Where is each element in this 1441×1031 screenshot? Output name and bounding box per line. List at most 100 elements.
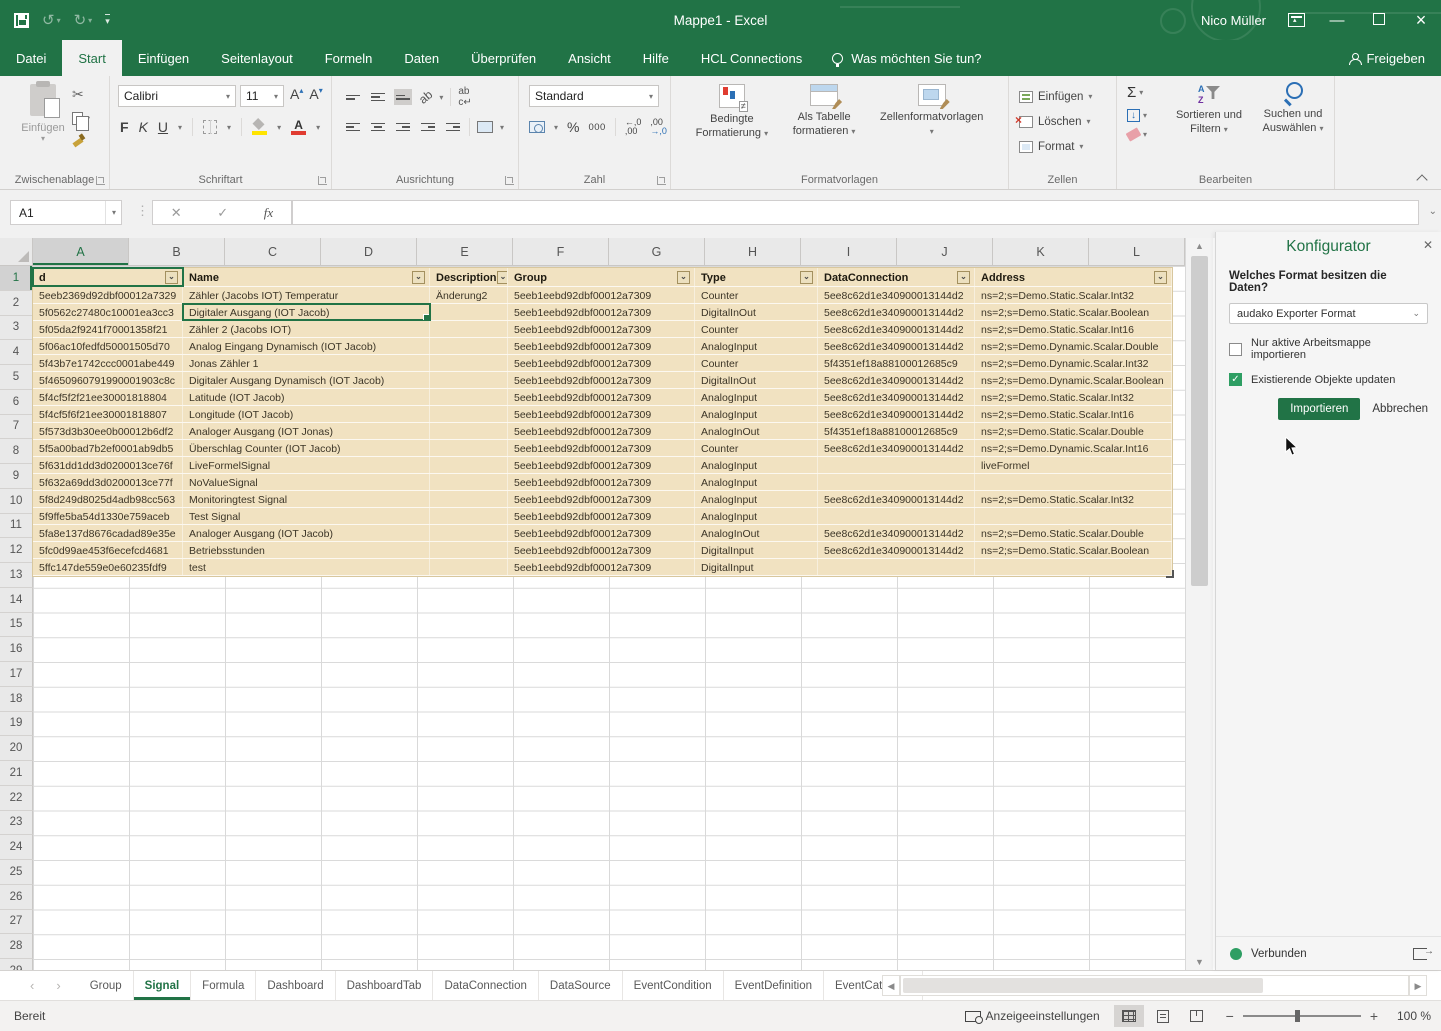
table-cell[interactable]: 5eeb1eebd92dbf00012a7309 — [508, 508, 695, 524]
table-cell[interactable]: 5f43b7e1742ccc0001abe449 — [33, 355, 183, 371]
checkbox-update-objects[interactable]: ✓ Existierende Objekte updaten — [1229, 373, 1428, 386]
table-cell[interactable]: Analog Eingang Dynamisch (IOT Jacob) — [183, 338, 430, 354]
font-size-combo[interactable]: 11▾ — [240, 85, 284, 107]
redo-button[interactable]: ↻▾ — [74, 13, 93, 28]
table-cell[interactable] — [430, 559, 508, 575]
align-right-button[interactable] — [394, 119, 412, 135]
column-header-I[interactable]: I — [801, 238, 897, 266]
table-cell[interactable] — [430, 525, 508, 541]
row-header-3[interactable]: 3 — [0, 316, 33, 341]
insert-cells-button[interactable]: Einfügen▾ — [1019, 84, 1116, 109]
table-cell[interactable]: ns=2;s=Demo.Static.Scalar.Double — [975, 423, 1172, 439]
sheet-tab-EventCondition[interactable]: EventCondition — [623, 971, 724, 1000]
table-cell[interactable]: Counter — [695, 321, 818, 337]
table-cell[interactable]: AnalogInput — [695, 508, 818, 524]
table-header-Name[interactable]: Name⌄ — [183, 268, 430, 286]
table-cell[interactable]: 5eeb1eebd92dbf00012a7309 — [508, 559, 695, 575]
sheet-tab-EventDefinition[interactable]: EventDefinition — [724, 971, 824, 1000]
tab-einfuegen[interactable]: Einfügen — [122, 40, 205, 76]
chevron-down-icon[interactable]: ▾ — [316, 123, 320, 132]
table-cell[interactable]: 5f631dd1dd3d0200013ce76f — [33, 457, 183, 473]
table-cell[interactable]: 5ee8c62d1e340900013144d2 — [818, 287, 975, 303]
display-settings-button[interactable]: Anzeigeeinstellungen — [965, 1009, 1100, 1023]
expand-formula-bar-icon[interactable]: ⌄ — [1429, 206, 1437, 217]
table-cell[interactable] — [975, 559, 1172, 575]
table-cell[interactable]: 5f4650960791990001903c8c — [33, 372, 183, 388]
delete-cells-button[interactable]: Löschen▾ — [1019, 109, 1116, 134]
table-cell[interactable]: 5eeb2369d92dbf00012a7329 — [33, 287, 183, 303]
table-cell[interactable]: 5ffc147de559e0e60235fdf9 — [33, 559, 183, 575]
table-cell[interactable] — [430, 457, 508, 473]
format-painter-icon[interactable] — [72, 134, 84, 146]
table-cell[interactable]: NoValueSignal — [183, 474, 430, 490]
row-header-8[interactable]: 8 — [0, 439, 33, 464]
table-cell[interactable] — [975, 474, 1172, 490]
format-select[interactable]: audako Exporter Format ⌄ — [1229, 303, 1428, 324]
align-bottom-button[interactable] — [394, 89, 412, 105]
table-cell[interactable]: 5eeb1eebd92dbf00012a7309 — [508, 474, 695, 490]
table-cell[interactable]: 5fa8e137d8676cadad89e35e — [33, 525, 183, 541]
increase-decimal-icon[interactable]: ←,0,00 — [625, 118, 642, 136]
table-cell[interactable]: 5eeb1eebd92dbf00012a7309 — [508, 321, 695, 337]
paste-button[interactable]: Einfügen ▾ — [12, 84, 74, 143]
chevron-down-icon[interactable]: ▾ — [500, 123, 504, 132]
checkbox-active-workbook[interactable]: Nur aktive Arbeitsmappe importieren — [1229, 337, 1428, 361]
table-cell[interactable]: 5ee8c62d1e340900013144d2 — [818, 321, 975, 337]
table-cell[interactable]: 5f4cf5f6f21ee30001818807 — [33, 406, 183, 422]
table-cell[interactable]: 5f8d249d8025d4adb98cc563 — [33, 491, 183, 507]
undo-button[interactable]: ↺▾ — [42, 13, 61, 28]
table-cell[interactable] — [430, 542, 508, 558]
next-sheet-icon[interactable]: › — [56, 978, 60, 993]
table-cell[interactable]: ns=2;s=Demo.Dynamic.Scalar.Double — [975, 338, 1172, 354]
table-cell[interactable]: Counter — [695, 440, 818, 456]
table-cell[interactable] — [975, 508, 1172, 524]
row-header-21[interactable]: 21 — [0, 761, 33, 786]
scroll-down-icon[interactable]: ▼ — [1186, 957, 1213, 967]
table-header-d[interactable]: d⌄ — [33, 268, 183, 286]
filter-dropdown-icon[interactable]: ⌄ — [497, 271, 508, 284]
format-cells-button[interactable]: Format▾ — [1019, 134, 1116, 159]
page-break-view-button[interactable] — [1182, 1005, 1212, 1027]
sheet-tab-DashboardTab[interactable]: DashboardTab — [336, 971, 434, 1000]
table-cell[interactable]: AnalogInOut — [695, 525, 818, 541]
table-cell[interactable]: 5ee8c62d1e340900013144d2 — [818, 304, 975, 320]
insert-function-icon[interactable]: fx — [264, 205, 273, 221]
table-cell[interactable]: Longitude (IOT Jacob) — [183, 406, 430, 422]
filter-dropdown-icon[interactable]: ⌄ — [957, 271, 970, 284]
chevron-down-icon[interactable]: ▾ — [227, 123, 231, 132]
tab-seitenlayout[interactable]: Seitenlayout — [205, 40, 309, 76]
font-color-icon[interactable]: A — [291, 119, 306, 135]
dialog-launcher-icon[interactable] — [505, 176, 514, 185]
table-cell[interactable]: 5ee8c62d1e340900013144d2 — [818, 440, 975, 456]
table-cell[interactable]: DigitalInput — [695, 559, 818, 575]
find-select-button[interactable]: Suchen und Auswählen ▾ — [1255, 82, 1331, 136]
table-cell[interactable]: DigitalInOut — [695, 372, 818, 388]
table-cell[interactable]: ns=2;s=Demo.Static.Scalar.Int32 — [975, 491, 1172, 507]
formula-input[interactable] — [292, 200, 1419, 225]
table-cell[interactable]: 5fc0d99ae453f6ecefcd4681 — [33, 542, 183, 558]
table-cell[interactable] — [430, 355, 508, 371]
dialog-launcher-icon[interactable] — [657, 176, 666, 185]
zoom-slider[interactable] — [1243, 1015, 1361, 1017]
column-header-B[interactable]: B — [129, 238, 225, 266]
align-middle-button[interactable] — [369, 89, 387, 105]
minimize-button[interactable]: — — [1327, 12, 1347, 29]
ribbon-display-options-icon[interactable] — [1288, 13, 1305, 27]
table-cell[interactable]: 5f4351ef18a88100012685c9 — [818, 423, 975, 439]
underline-button[interactable]: U — [158, 119, 168, 135]
table-cell[interactable]: 5ee8c62d1e340900013144d2 — [818, 406, 975, 422]
table-cell[interactable]: 5f0562c27480c10001ea3cc3 — [33, 304, 183, 320]
table-cell[interactable] — [430, 372, 508, 388]
sheet-tab-Signal[interactable]: Signal — [134, 971, 192, 1000]
conditional-formatting-button[interactable]: Bedingte Formatierung ▾ — [696, 84, 769, 141]
close-pane-icon[interactable]: ✕ — [1423, 238, 1433, 252]
copy-icon[interactable] — [72, 112, 83, 125]
table-cell[interactable] — [430, 389, 508, 405]
table-cell[interactable]: AnalogInput — [695, 491, 818, 507]
table-cell[interactable]: Betriebsstunden — [183, 542, 430, 558]
row-header-12[interactable]: 12 — [0, 538, 33, 563]
row-header-5[interactable]: 5 — [0, 365, 33, 390]
format-as-table-button[interactable]: Als Tabelle formatieren ▾ — [793, 84, 856, 139]
sheet-tab-Group[interactable]: Group — [79, 971, 134, 1000]
table-cell[interactable] — [818, 559, 975, 575]
